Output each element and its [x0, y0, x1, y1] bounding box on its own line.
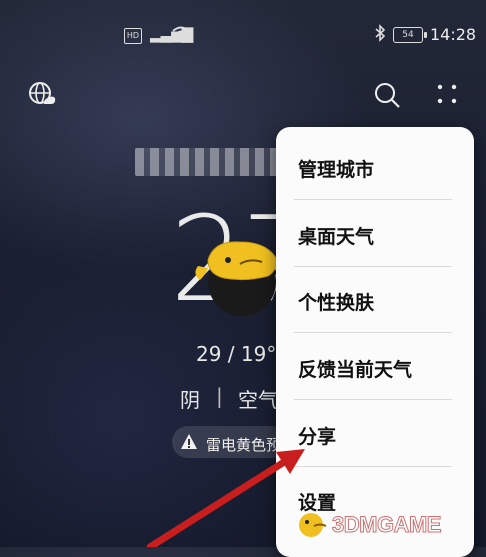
separator: | [216, 384, 223, 408]
menu-item-share[interactable]: 分享 [298, 422, 336, 449]
menu-divider [294, 199, 452, 200]
clock: 14:28 [430, 25, 477, 44]
battery-icon: 54 [393, 27, 427, 43]
watermark-text: 3DMGAME [332, 512, 442, 538]
search-icon[interactable] [372, 80, 402, 110]
menu-item-feedback[interactable]: 反馈当前天气 [298, 355, 412, 382]
menu-item-manage-cities[interactable]: 管理城市 [298, 155, 374, 182]
more-icon[interactable] [432, 80, 462, 110]
menu-divider [294, 399, 452, 400]
overflow-menu: 管理城市 桌面天气 个性换肤 反馈当前天气 分享 设置 [276, 127, 474, 557]
menu-divider [294, 466, 452, 467]
menu-item-skins[interactable]: 个性换肤 [298, 288, 374, 315]
weather-alert-text: 雷电黄色预 [206, 436, 282, 454]
temperature-range: 29 / 19° [196, 342, 277, 366]
watermark-logo-icon [299, 513, 327, 537]
hd-badge: HD [124, 28, 142, 44]
menu-item-desktop-weather[interactable]: 桌面天气 [298, 222, 374, 249]
status-bar: HD ▂▃▅▇ 54 14:28 [0, 0, 486, 70]
menu-divider [294, 266, 452, 267]
menu-divider [294, 332, 452, 333]
wifi-icon [172, 25, 190, 45]
warning-icon [180, 433, 198, 451]
bluetooth-icon [374, 24, 386, 46]
weather-condition: 阴 [180, 388, 200, 412]
watermark: 3DMGAME [296, 510, 476, 540]
globe-icon[interactable] [28, 80, 56, 108]
air-quality[interactable]: 空气 [238, 384, 278, 413]
